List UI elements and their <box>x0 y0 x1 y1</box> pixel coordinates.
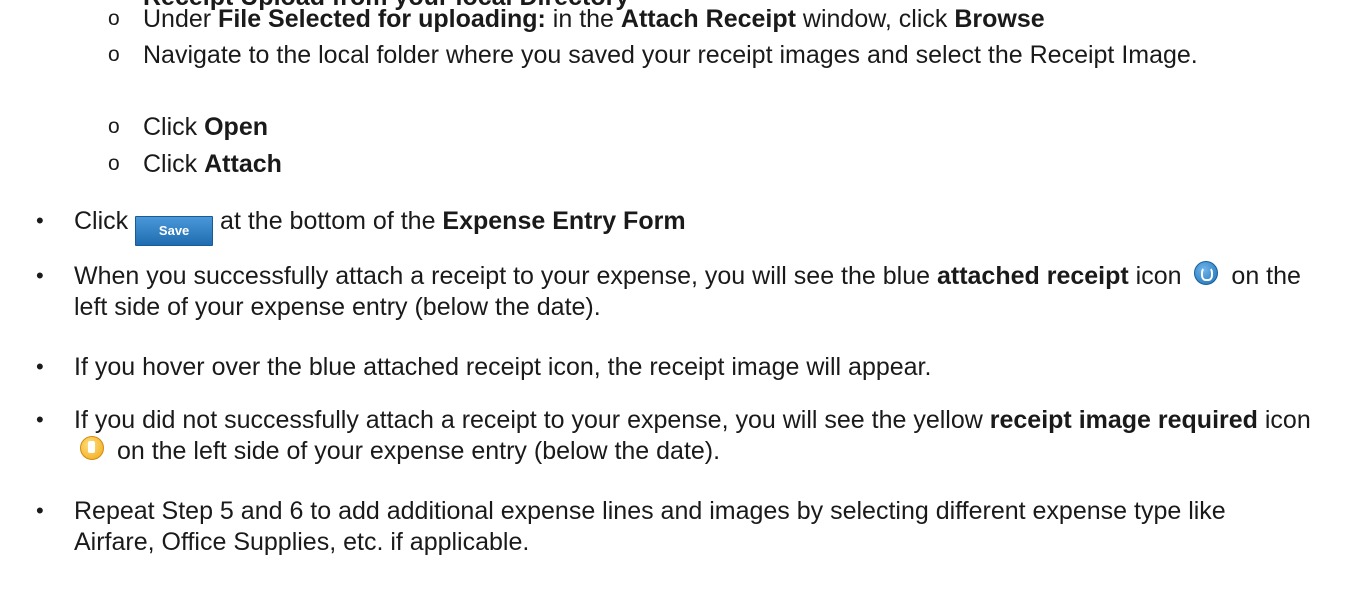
attach-label: Attach <box>204 150 282 178</box>
sub-item-attach: o Click Attach <box>108 150 282 178</box>
sub-bullet-marker: o <box>108 43 120 66</box>
attached-receipt-label: attached receipt <box>936 262 1129 290</box>
bullet-marker: • <box>36 407 44 432</box>
bullet-save: • Click Save at the bottom of the Expens… <box>36 206 1336 246</box>
open-label: Open <box>204 113 269 141</box>
receipt-required-icon <box>80 435 104 460</box>
attached-receipt-icon <box>1194 261 1219 285</box>
expense-entry-form-label: Expense Entry Form <box>442 207 686 235</box>
hover-text: If you hover over the blue attached rece… <box>74 353 932 381</box>
bullet-marker: • <box>36 263 44 288</box>
bullet-attached: • When you successfully attach a receipt… <box>36 261 1301 321</box>
browse-label: Browse <box>954 5 1045 33</box>
sub-item-browse: o Under File Selected for uploading: in … <box>108 5 1045 33</box>
sub-bullet-marker: o <box>108 152 120 175</box>
navigate-text: Navigate to the local folder where you s… <box>143 41 1198 69</box>
repeat-text: Repeat Step 5 and 6 to add additional ex… <box>74 497 1226 556</box>
bullet-required: • If you did not successfully attach a r… <box>36 406 1311 465</box>
document-page: Receipt Upload from your local Directory… <box>0 0 1353 608</box>
bullet-marker: • <box>36 354 44 379</box>
sub-item-open: o Click Open <box>108 113 269 141</box>
bullet-hover: • If you hover over the blue attached re… <box>36 352 1336 383</box>
receipt-image-required-label: receipt image required <box>989 406 1258 434</box>
attach-receipt-window-label: Attach Receipt <box>620 5 796 33</box>
bullet-repeat: • Repeat Step 5 and 6 to add additional … <box>36 496 1336 557</box>
save-button[interactable]: Save <box>135 216 214 246</box>
bullet-marker: • <box>36 498 44 523</box>
file-selected-label: File Selected for uploading: <box>218 5 546 33</box>
sub-bullet-marker: o <box>108 115 120 138</box>
sub-bullet-marker: o <box>108 7 120 30</box>
sub-item-navigate: o Navigate to the local folder where you… <box>108 40 1338 71</box>
bullet-marker: • <box>36 208 44 233</box>
